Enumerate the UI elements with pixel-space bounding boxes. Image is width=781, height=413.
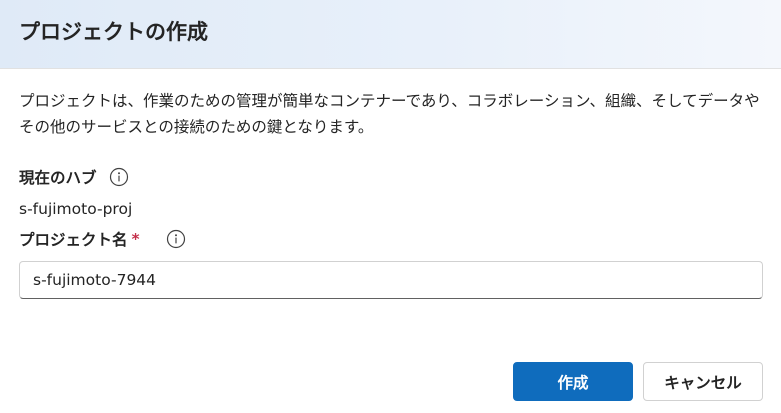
dialog-header: プロジェクトの作成 [0, 0, 781, 69]
project-name-input[interactable] [19, 261, 763, 299]
info-icon[interactable] [166, 229, 186, 249]
dialog-title: プロジェクトの作成 [19, 20, 208, 44]
project-name-label: プロジェクト名 [19, 231, 128, 249]
project-name-label-row: プロジェクト名 * [19, 226, 186, 252]
dialog-description: プロジェクトは、作業のための管理が簡単なコンテナーであり、コラボレーション、組織… [19, 92, 760, 136]
current-hub-value: s-fujimoto-proj [19, 200, 133, 218]
current-hub-label-row: 現在のハブ [19, 164, 129, 190]
create-project-dialog: プロジェクトの作成 プロジェクトは、作業のための管理が簡単なコンテナーであり、コ… [0, 0, 781, 413]
current-hub-label: 現在のハブ [19, 169, 97, 187]
create-button[interactable]: 作成 [513, 362, 633, 401]
cancel-button[interactable]: キャンセル [643, 362, 763, 401]
required-marker: * [131, 230, 140, 248]
info-icon[interactable] [109, 167, 129, 187]
